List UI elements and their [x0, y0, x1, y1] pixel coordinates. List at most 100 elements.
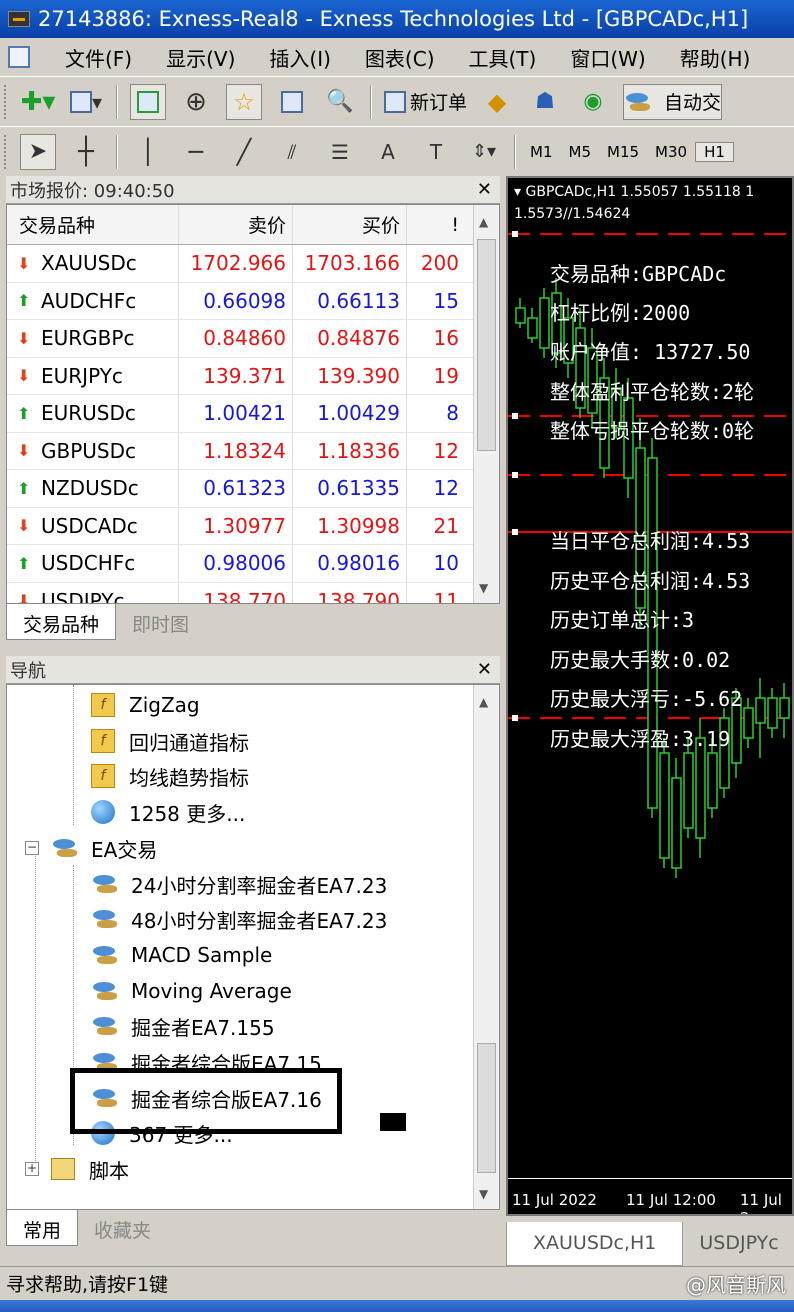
table-row[interactable]: ⬇ EURGBPc 0.84860 0.84876 16	[7, 320, 499, 358]
market-watch-icon[interactable]	[130, 83, 166, 120]
equidistant-channel-icon[interactable]: ⫽	[274, 134, 310, 170]
table-row[interactable]: ⬇ XAUUSDc 1702.966 1703.166 200	[7, 245, 499, 283]
signals-icon[interactable]: ☗	[527, 84, 563, 120]
arrows-dropdown-icon[interactable]: ⇕▾	[466, 134, 502, 170]
col-ask[interactable]: 买价	[293, 205, 407, 244]
crosshair-icon[interactable]: ┼	[68, 134, 104, 170]
table-row[interactable]: ⬇ USDCADc 1.30977 1.30998 21	[7, 507, 499, 545]
document-icon[interactable]	[8, 46, 30, 68]
timeframe-m5[interactable]: M5	[561, 143, 600, 161]
ea-info-line: 历史订单总计:3	[550, 608, 695, 632]
vertical-line-icon[interactable]: │	[130, 134, 166, 170]
table-row[interactable]: ⬇ GBPUSDc 1.18324 1.18336 12	[7, 432, 499, 470]
app-logo-icon	[8, 11, 30, 27]
expand-icon[interactable]: +	[25, 1162, 39, 1176]
text-icon[interactable]: A	[370, 134, 406, 170]
tree-item-ea-24h[interactable]: 24小时分割率掘金者EA7.23	[91, 866, 387, 902]
new-chart-icon[interactable]: ✚▾	[20, 84, 56, 120]
menu-insert[interactable]: 插入(I)	[252, 43, 348, 72]
menu-window[interactable]: 窗口(W)	[553, 43, 662, 72]
menu-file[interactable]: 文件(F)	[48, 43, 149, 72]
navigator-title: 导航	[10, 660, 46, 682]
ea-info-line: 整体盈利平仓轮数:2轮	[550, 380, 755, 404]
tree-item-more-indicators[interactable]: 1258 更多...	[91, 794, 245, 830]
scroll-thumb[interactable]	[477, 239, 496, 451]
tab-favorites[interactable]: 收藏夹	[78, 1210, 167, 1246]
table-row[interactable]: ⬆ NZDUSDc 0.61323 0.61335 12	[7, 470, 499, 508]
tree-item-regression-channel[interactable]: f 回归通道指标	[91, 723, 249, 759]
timeframe-m30[interactable]: M30	[647, 143, 695, 161]
status-bar: 寻求帮助,请按F1键 @风音斯风	[0, 1266, 794, 1300]
symbol-cell: ⬇ GBPUSDc	[7, 432, 179, 469]
scroll-down-icon[interactable]: ▼	[479, 1187, 488, 1201]
toolbar-separator	[370, 84, 372, 119]
crosshair-target-icon[interactable]: ⊕	[178, 84, 214, 120]
candle-body	[671, 777, 682, 869]
symbol-cell: ⬇ USDCADc	[7, 507, 179, 544]
market-scrollbar[interactable]: ▲ ▼	[473, 205, 499, 603]
chart-tab-usdjpy[interactable]: USDJPYc	[683, 1222, 794, 1266]
x-tick-label: 11 Jul 12:00	[626, 1191, 716, 1209]
tree-folder-scripts[interactable]: + 脚本	[25, 1151, 129, 1187]
scroll-up-icon[interactable]: ▲	[479, 695, 488, 709]
navigator-scrollbar[interactable]: ▲ ▼	[473, 685, 499, 1209]
timeframe-h1[interactable]: H1	[695, 141, 734, 162]
symbol-cell: ⬇ EURGBPc	[7, 320, 179, 357]
menu-help[interactable]: 帮助(H)	[663, 43, 768, 72]
ask-cell: 0.66113	[293, 282, 407, 319]
table-row[interactable]: ⬆ EURUSDc 1.00421 1.00429 8	[7, 395, 499, 433]
terminal-icon[interactable]	[274, 84, 310, 120]
tab-symbols[interactable]: 交易品种	[6, 604, 117, 640]
table-row[interactable]: ⬇ EURJPYc 139.371 139.390 19	[7, 357, 499, 395]
arrow-down-icon: ⬇	[17, 253, 31, 273]
col-spread[interactable]: !	[407, 205, 467, 244]
spread-cell: 10	[433, 551, 459, 576]
col-symbol[interactable]: 交易品种	[7, 205, 179, 244]
radio-signal-icon[interactable]: ◉	[575, 84, 611, 120]
chart-tab-xauusd[interactable]: XAUUSDc,H1	[506, 1222, 684, 1266]
close-icon[interactable]: ✕	[477, 659, 492, 680]
toolbar-grip[interactable]	[4, 84, 8, 119]
ea-icon	[91, 1015, 119, 1037]
horizontal-line-icon[interactable]: ─	[178, 134, 214, 170]
candlestick-chart	[508, 231, 792, 878]
toolbar-grip[interactable]	[4, 134, 8, 169]
table-row[interactable]: ⬆ AUDCHFc 0.66098 0.66113 15	[7, 282, 499, 320]
tree-item-ma-trend[interactable]: f 均线趋势指标	[91, 758, 249, 794]
profiles-icon[interactable]: ▾	[68, 84, 104, 120]
tab-tick-chart[interactable]: 即时图	[116, 604, 205, 640]
metaeditor-icon[interactable]: ◆	[479, 84, 515, 120]
scroll-down-icon[interactable]: ▼	[479, 581, 488, 595]
menu-charts[interactable]: 图表(C)	[348, 43, 452, 72]
highlight-annotation-box	[70, 1068, 342, 1134]
table-row[interactable]: ⬆ USDCHFc 0.98006 0.98016 10	[7, 545, 499, 583]
scroll-thumb[interactable]	[477, 1043, 496, 1173]
tree-item-macd-sample[interactable]: MACD Sample	[91, 937, 272, 973]
tree-item-ea-7155[interactable]: 掘金者EA7.155	[91, 1008, 275, 1044]
tab-common[interactable]: 常用	[6, 1210, 79, 1246]
fibonacci-icon[interactable]: ☰	[322, 134, 358, 170]
tester-icon[interactable]: 🔍	[322, 84, 358, 120]
col-bid[interactable]: 卖价	[179, 205, 293, 244]
new-order-button[interactable]: 新订单	[384, 84, 467, 120]
auto-trading-button[interactable]: 自动交	[623, 83, 723, 120]
tree-item-ea-48h[interactable]: 48小时分割率掘金者EA7.23	[91, 901, 387, 937]
tree-item-moving-average[interactable]: Moving Average	[91, 973, 292, 1009]
scroll-up-icon[interactable]: ▲	[479, 215, 488, 229]
navigator-star-icon[interactable]: ☆	[226, 83, 262, 120]
x-axis: 11 Jul 2022 11 Jul 12:00 11 Jul 2	[508, 1178, 792, 1214]
menu-view[interactable]: 显示(V)	[149, 43, 252, 72]
tree-folder-expert-advisors[interactable]: − EA交易	[25, 830, 157, 866]
menu-tools[interactable]: 工具(T)	[452, 43, 554, 72]
tree-item-zigzag[interactable]: f ZigZag	[91, 687, 200, 723]
trendline-icon[interactable]: ╱	[226, 134, 262, 170]
cursor-arrow-icon[interactable]: ➤	[20, 133, 56, 170]
close-icon[interactable]: ✕	[477, 179, 492, 200]
chart-window[interactable]: ▾ GBPCADc,H1 1.55057 1.55118 1 1.5573//1…	[506, 176, 794, 1216]
timeframe-m1[interactable]: M1	[522, 143, 561, 161]
table-row[interactable]: ⬇ USDJPYc 138.770 138.790 11	[7, 582, 499, 603]
text-label-icon[interactable]: T	[418, 134, 454, 170]
collapse-icon[interactable]: −	[25, 841, 39, 855]
spread-cell: 21	[433, 513, 459, 538]
timeframe-m15[interactable]: M15	[599, 143, 647, 161]
